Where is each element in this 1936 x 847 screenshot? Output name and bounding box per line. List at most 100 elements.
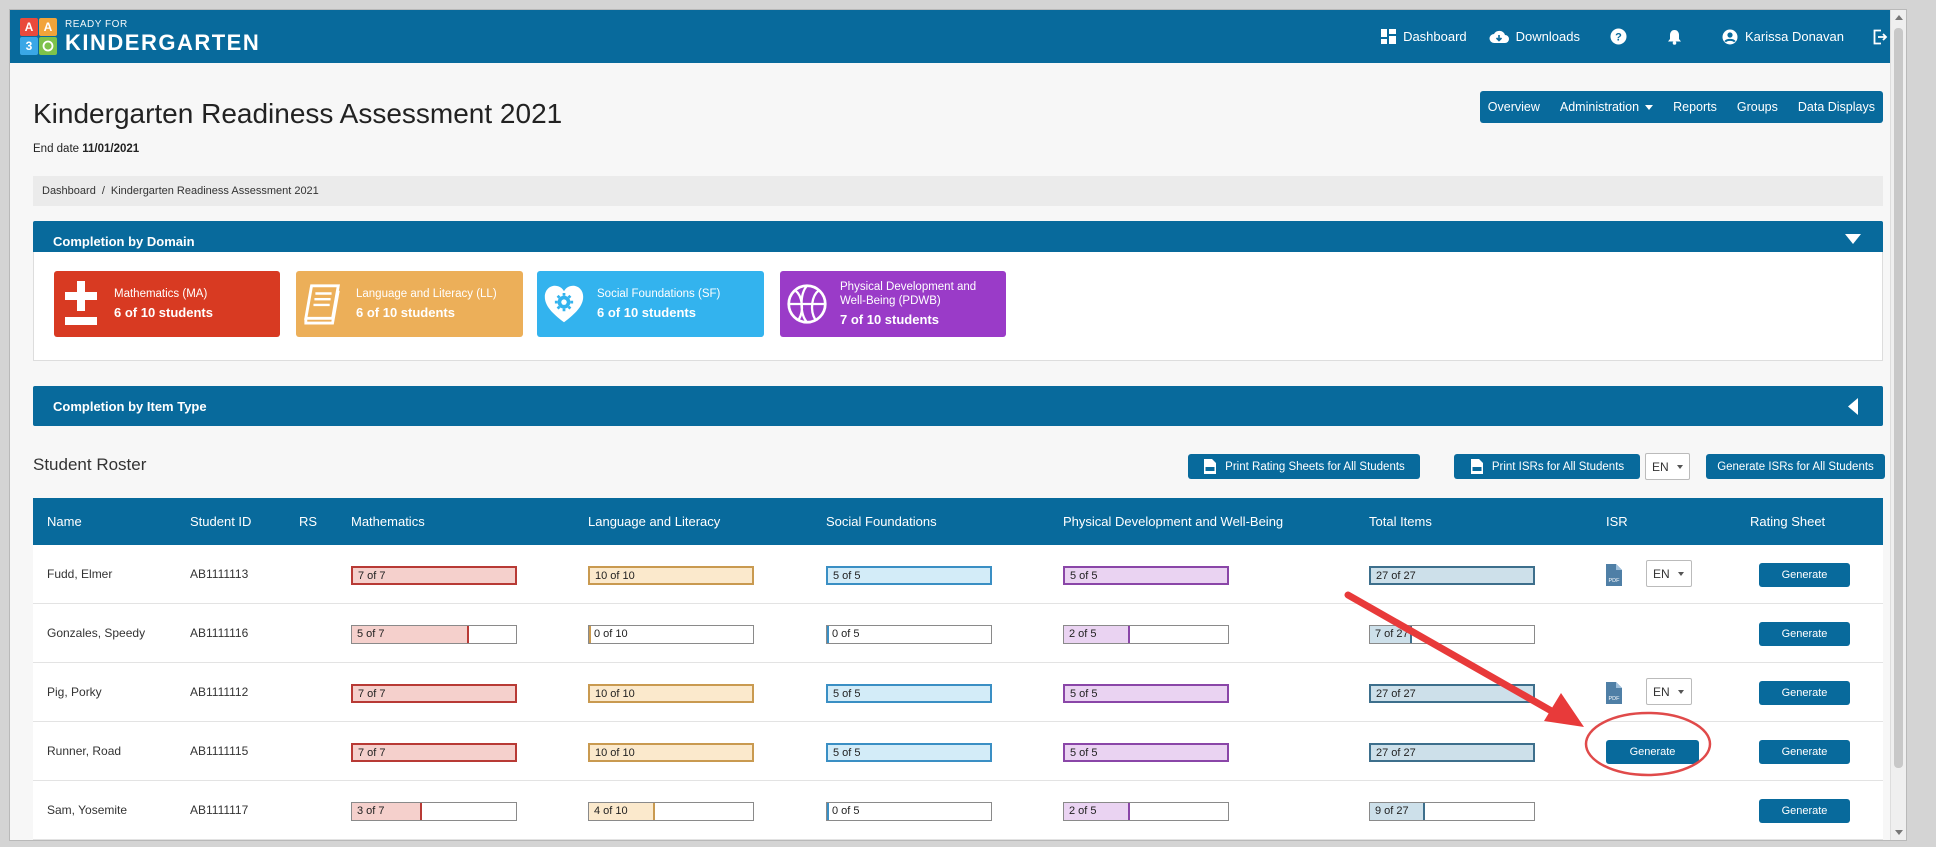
table-row: Pig, Porky AB1111112 7 of 7 10 of 10 5 of 5 5… (33, 663, 1883, 722)
progress-label: 0 of 10 (594, 628, 628, 640)
print-rating-sheets-button[interactable]: Print Rating Sheets for All Students (1188, 454, 1420, 479)
pdf-icon[interactable]: PDF (1604, 681, 1624, 708)
domain-card-physical-development[interactable]: Physical Development and Well-Being (PDW… (780, 271, 1006, 337)
th-language-literacy[interactable]: Language and Literacy (588, 514, 720, 529)
total-items-progress: 27 of 27 (1369, 684, 1535, 703)
generate-rating-sheet-button[interactable]: Generate (1759, 740, 1850, 764)
generate-rating-sheet-label: Generate (1781, 687, 1828, 699)
subnav-groups-label: Groups (1736, 100, 1778, 114)
logo-blocks: A A 3 (20, 18, 57, 55)
nav-dashboard-label: Dashboard (1403, 29, 1467, 44)
language-literacy-progress: 0 of 10 (588, 625, 754, 644)
student-name[interactable]: Fudd, Elmer (47, 567, 112, 581)
th-rating-sheet[interactable]: Rating Sheet (1750, 514, 1825, 529)
top-bar: A A 3 READY FOR KINDERGARTEN Dashboard D… (10, 10, 1906, 63)
subnav-overview-label: Overview (1487, 100, 1540, 114)
domain-card-math[interactable]: Mathematics (MA) 6 of 10 students (54, 271, 280, 337)
completion-by-item-type-title: Completion by Item Type (53, 398, 207, 414)
user-icon (1722, 29, 1738, 45)
domain-count: 7 of 10 students (840, 311, 939, 327)
th-physical-development[interactable]: Physical Development and Well-Being (1063, 514, 1283, 529)
nav-logout[interactable] (1872, 29, 1888, 45)
progress-label: 5 of 5 (833, 747, 861, 759)
student-name[interactable]: Pig, Porky (47, 685, 102, 699)
generate-rating-sheet-label: Generate (1781, 628, 1828, 640)
progress-label: 4 of 10 (594, 805, 628, 817)
generate-isr-button[interactable]: Generate (1606, 740, 1699, 764)
print-rating-sheets-label: Print Rating Sheets for All Students (1225, 460, 1405, 473)
isr-language-select[interactable]: EN (1646, 678, 1692, 705)
math-progress: 7 of 7 (351, 684, 517, 703)
th-total-items[interactable]: Total Items (1369, 514, 1432, 529)
scroll-thumb[interactable] (1894, 28, 1903, 768)
subnav-reports[interactable]: Reports (1673, 100, 1717, 114)
assessment-subnav: Overview Administration Reports Groups D… (1479, 91, 1883, 123)
chevron-down-icon (1677, 689, 1684, 694)
th-isr[interactable]: ISR (1606, 514, 1628, 529)
pdf-icon[interactable]: PDF (1604, 563, 1624, 590)
expand-icon[interactable] (1847, 398, 1859, 418)
social-foundations-progress: 5 of 5 (826, 566, 992, 585)
app-logo[interactable]: A A 3 READY FOR KINDERGARTEN (20, 18, 260, 55)
subnav-data-displays[interactable]: Data Displays (1798, 100, 1875, 114)
generate-rating-sheet-button[interactable]: Generate (1759, 681, 1850, 705)
th-rs[interactable]: RS (299, 514, 317, 529)
completion-by-item-type-header[interactable]: Completion by Item Type (33, 386, 1883, 426)
generate-rating-sheet-label: Generate (1781, 569, 1828, 581)
roster-language-value: EN (1652, 459, 1669, 474)
progress-label: 7 of 7 (358, 688, 386, 700)
table-row: Sam, Yosemite AB1111117 3 of 7 4 of 10 0 of … (33, 781, 1883, 840)
th-social-foundations[interactable]: Social Foundations (826, 514, 937, 529)
logo-big-text: KINDERGARTEN (65, 29, 261, 55)
nav-notifications[interactable] (1667, 29, 1682, 45)
th-name[interactable]: Name (47, 514, 82, 529)
math-progress: 7 of 7 (351, 566, 517, 585)
th-mathematics[interactable]: Mathematics (351, 514, 425, 529)
progress-label: 5 of 5 (833, 570, 861, 582)
total-items-progress: 9 of 27 (1369, 802, 1535, 821)
progress-label: 27 of 27 (1376, 747, 1416, 759)
generate-rating-sheet-button[interactable]: Generate (1759, 563, 1850, 587)
domain-card-language-literacy[interactable]: Language and Literacy (LL) 6 of 10 stude… (296, 271, 523, 337)
domain-name-line2: Well-Being (PDWB) (840, 294, 941, 307)
generate-isrs-all-button[interactable]: Generate ISRs for All Students (1706, 454, 1885, 479)
student-id: AB1111112 (190, 685, 249, 699)
logo-block-a2: A (39, 18, 57, 36)
scroll-up-icon[interactable] (1895, 15, 1903, 20)
progress-label: 27 of 27 (1376, 570, 1416, 582)
progress-label: 7 of 7 (358, 570, 386, 582)
subnav-administration[interactable]: Administration (1560, 100, 1654, 114)
total-items-progress: 27 of 27 (1369, 743, 1535, 762)
cloud-download-icon (1489, 30, 1509, 44)
math-progress: 3 of 7 (351, 802, 517, 821)
help-icon: ? (1610, 28, 1627, 45)
nav-dashboard[interactable]: Dashboard (1381, 29, 1467, 44)
svg-text:PDF: PDF (1609, 578, 1621, 584)
subnav-overview[interactable]: Overview (1488, 100, 1540, 114)
student-id: AB1111113 (190, 567, 249, 581)
student-name[interactable]: Sam, Yosemite (47, 803, 127, 817)
progress-label: 0 of 5 (832, 628, 860, 640)
end-date-label: End date (33, 143, 80, 155)
nav-downloads[interactable]: Downloads (1489, 29, 1580, 44)
isr-language-select[interactable]: EN (1646, 560, 1692, 587)
roster-language-select[interactable]: EN (1645, 453, 1690, 480)
student-id: AB1111115 (190, 744, 249, 758)
generate-rating-sheet-button[interactable]: Generate (1759, 799, 1850, 823)
progress-fill (827, 626, 829, 643)
print-isrs-button[interactable]: Print ISRs for All Students (1454, 454, 1640, 479)
collapse-icon[interactable] (1845, 233, 1861, 248)
nav-help[interactable]: ? (1610, 28, 1627, 45)
domain-card-social-foundations[interactable]: Social Foundations (SF) 6 of 10 students (537, 271, 764, 337)
breadcrumb-dashboard[interactable]: Dashboard (42, 185, 96, 197)
generate-rating-sheet-button[interactable]: Generate (1759, 622, 1850, 646)
ball-icon (786, 280, 828, 328)
th-student-id[interactable]: Student ID (190, 514, 251, 529)
scroll-down-icon[interactable] (1895, 830, 1903, 835)
student-name[interactable]: Runner, Road (47, 744, 121, 758)
domain-name: Mathematics (MA) (114, 287, 208, 300)
student-name[interactable]: Gonzales, Speedy (47, 626, 145, 640)
nav-user[interactable]: Karissa Donavan (1722, 29, 1844, 45)
subnav-groups[interactable]: Groups (1737, 100, 1778, 114)
page-scrollbar[interactable] (1890, 10, 1906, 840)
